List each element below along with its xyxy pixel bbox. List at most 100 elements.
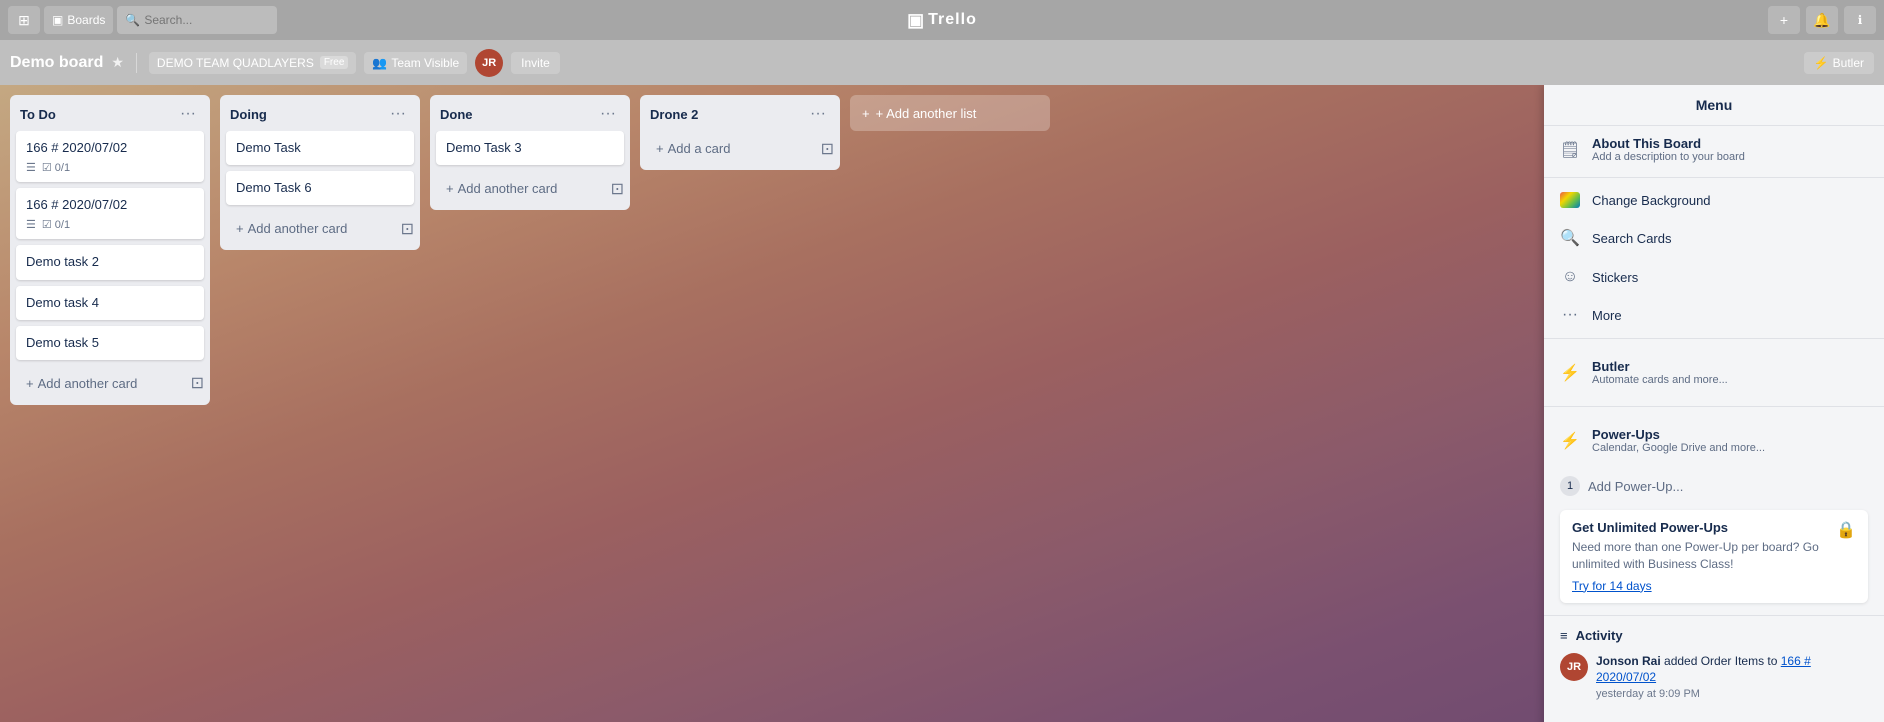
star-icon[interactable]: ★ bbox=[111, 54, 124, 71]
divider-3 bbox=[1544, 406, 1884, 407]
list-title-drone2: Drone 2 bbox=[650, 107, 806, 122]
invite-button[interactable]: Invite bbox=[511, 52, 560, 74]
butler-board-button[interactable]: ⚡ Butler bbox=[1804, 52, 1874, 74]
list-menu-drone2[interactable]: ··· bbox=[806, 103, 830, 125]
powerups-desc: Calendar, Google Drive and more... bbox=[1592, 442, 1765, 454]
template-icon-todo[interactable]: ⊡ bbox=[191, 373, 204, 393]
search-input[interactable] bbox=[144, 13, 269, 27]
info-button[interactable]: ℹ bbox=[1844, 6, 1876, 34]
change-bg-icon bbox=[1560, 192, 1580, 208]
add-powerup-row[interactable]: 1 Add Power-Up... bbox=[1544, 470, 1884, 502]
topbar-left: ⊞ ▣ Boards 🔍 bbox=[8, 6, 277, 34]
stickers-icon: ☺ bbox=[1560, 268, 1580, 286]
add-card-done[interactable]: + Add another card bbox=[436, 175, 567, 202]
visibility-label: Team Visible bbox=[391, 56, 459, 70]
team-badge[interactable]: DEMO TEAM QUADLAYERS Free bbox=[149, 52, 356, 74]
free-badge: Free bbox=[320, 56, 349, 69]
add-card-area-done: + Add another card ⊡ bbox=[430, 171, 630, 210]
activity-time-0: yesterday at 9:09 PM bbox=[1596, 688, 1868, 700]
about-board-icon: 🗒 bbox=[1560, 140, 1580, 160]
template-icon-done[interactable]: ⊡ bbox=[611, 179, 624, 199]
search-bar[interactable]: 🔍 bbox=[117, 6, 277, 34]
butler-menu-desc: Automate cards and more... bbox=[1592, 374, 1728, 386]
about-board-desc: Add a description to your board bbox=[1592, 151, 1745, 163]
card-c2[interactable]: 166 # 2020/07/02 ☰ ☑ 0/1 ✏ bbox=[16, 188, 204, 239]
butler-content: Butler Automate cards and more... bbox=[1592, 359, 1728, 386]
try-link[interactable]: Try for 14 days bbox=[1572, 579, 1856, 593]
boards-button[interactable]: ▣ Boards bbox=[44, 6, 113, 34]
activity-section: ≡ Activity bbox=[1544, 620, 1884, 647]
menu-powerups[interactable]: ⚡ Power-Ups Calendar, Google Drive and m… bbox=[1560, 421, 1868, 460]
activity-icon: ≡ bbox=[1560, 628, 1568, 643]
list-header-doing: Doing ··· bbox=[220, 95, 420, 131]
powerups-label: Power-Ups bbox=[1592, 427, 1765, 442]
divider-4 bbox=[1544, 615, 1884, 616]
menu-about-board[interactable]: 🗒 About This Board Add a description to … bbox=[1544, 126, 1884, 173]
powerups-content: Power-Ups Calendar, Google Drive and mor… bbox=[1592, 427, 1765, 454]
activity-content-0: Jonson Rai added Order Items to 166 # 20… bbox=[1596, 653, 1868, 701]
visibility-button[interactable]: 👥 Team Visible bbox=[364, 52, 467, 74]
search-icon: 🔍 bbox=[125, 13, 140, 27]
divider bbox=[136, 53, 137, 73]
unlimited-powerup-card: 🔒 Get Unlimited Power-Ups Need more than… bbox=[1560, 510, 1868, 603]
butler-menu-label: Butler bbox=[1592, 359, 1728, 374]
list-cards-doing: Demo Task ✏ Demo Task 6 ✏ bbox=[220, 131, 420, 211]
activity-avatar-0: JR bbox=[1560, 653, 1588, 681]
checklist-icon: ☑ 0/1 bbox=[42, 161, 70, 174]
add-card-icon-drone2: + bbox=[656, 141, 664, 156]
activity-title: ≡ Activity bbox=[1560, 628, 1868, 643]
board-title[interactable]: Demo board bbox=[10, 54, 103, 72]
add-powerup-badge: 1 bbox=[1560, 476, 1580, 496]
activity-user-0: Jonson Rai bbox=[1596, 654, 1661, 668]
avatar[interactable]: JR bbox=[475, 49, 503, 77]
description-icon-2: ☰ bbox=[26, 218, 36, 231]
menu-stickers[interactable]: ☺ Stickers bbox=[1544, 258, 1884, 296]
butler-icon: ⚡ bbox=[1814, 56, 1829, 70]
list-menu-done[interactable]: ··· bbox=[596, 103, 620, 125]
add-card-area-todo: + Add another card ⊡ bbox=[10, 366, 210, 405]
add-card-icon-done: + bbox=[446, 181, 454, 196]
add-card-drone2[interactable]: + Add a card bbox=[646, 135, 740, 162]
list-doing: Doing ··· Demo Task ✏ Demo Task 6 ✏ + Ad… bbox=[220, 95, 420, 250]
add-card-icon-todo: + bbox=[26, 376, 34, 391]
menu-change-bg[interactable]: Change Background bbox=[1544, 182, 1884, 218]
topbar-logo: ▣ Trello bbox=[907, 10, 977, 31]
menu-more[interactable]: ··· More bbox=[1544, 296, 1884, 334]
template-icon-doing[interactable]: ⊡ bbox=[401, 219, 414, 239]
add-list-button[interactable]: + + Add another list bbox=[850, 95, 1050, 131]
divider-1 bbox=[1544, 177, 1884, 178]
list-header-drone2: Drone 2 ··· bbox=[640, 95, 840, 131]
notification-button[interactable]: 🔔 bbox=[1806, 6, 1838, 34]
description-icon: ☰ bbox=[26, 161, 36, 174]
card-c1[interactable]: 166 # 2020/07/02 ☰ ☑ 0/1 ✏ bbox=[16, 131, 204, 182]
activity-item-0: JR Jonson Rai added Order Items to 166 #… bbox=[1544, 647, 1884, 707]
card-c6[interactable]: Demo Task ✏ bbox=[226, 131, 414, 165]
list-todo: To Do ··· 166 # 2020/07/02 ☰ ☑ 0/1 ✏ 166… bbox=[10, 95, 210, 405]
add-card-doing[interactable]: + Add another card bbox=[226, 215, 357, 242]
card-c7[interactable]: Demo Task 6 ✏ bbox=[226, 171, 414, 205]
card-c8[interactable]: Demo Task 3 ✏ bbox=[436, 131, 624, 165]
topbar-right: + 🔔 ℹ bbox=[1768, 6, 1876, 34]
logo: ▣ Trello bbox=[907, 10, 977, 31]
topbar: ⊞ ▣ Boards 🔍 ▣ Trello + 🔔 ℹ bbox=[0, 0, 1884, 40]
card-c3[interactable]: Demo task 2 ✏ bbox=[16, 245, 204, 279]
template-icon-drone2[interactable]: ⊡ bbox=[821, 139, 834, 159]
menu-panel: Menu 🗒 About This Board Add a descriptio… bbox=[1544, 85, 1884, 722]
card-c5[interactable]: Demo task 5 ✏ bbox=[16, 326, 204, 360]
powerups-section: ⚡ Power-Ups Calendar, Google Drive and m… bbox=[1544, 411, 1884, 470]
home-button[interactable]: ⊞ bbox=[8, 6, 40, 34]
menu-search-cards[interactable]: 🔍 Search Cards bbox=[1544, 218, 1884, 258]
stickers-label: Stickers bbox=[1592, 270, 1638, 285]
list-cards-done: Demo Task 3 ✏ bbox=[430, 131, 630, 171]
add-card-todo[interactable]: + Add another card bbox=[16, 370, 147, 397]
activity-label: Activity bbox=[1576, 628, 1623, 643]
list-menu-doing[interactable]: ··· bbox=[386, 103, 410, 125]
team-name: DEMO TEAM QUADLAYERS bbox=[157, 56, 314, 70]
menu-butler[interactable]: ⚡ Butler Automate cards and more... bbox=[1560, 353, 1868, 392]
add-card-label-done: Add another card bbox=[458, 181, 558, 196]
list-menu-todo[interactable]: ··· bbox=[176, 103, 200, 125]
menu-header: Menu bbox=[1544, 85, 1884, 126]
card-c4[interactable]: Demo task 4 ✏ bbox=[16, 286, 204, 320]
add-button[interactable]: + bbox=[1768, 6, 1800, 34]
board-area: To Do ··· 166 # 2020/07/02 ☰ ☑ 0/1 ✏ 166… bbox=[0, 85, 1884, 722]
